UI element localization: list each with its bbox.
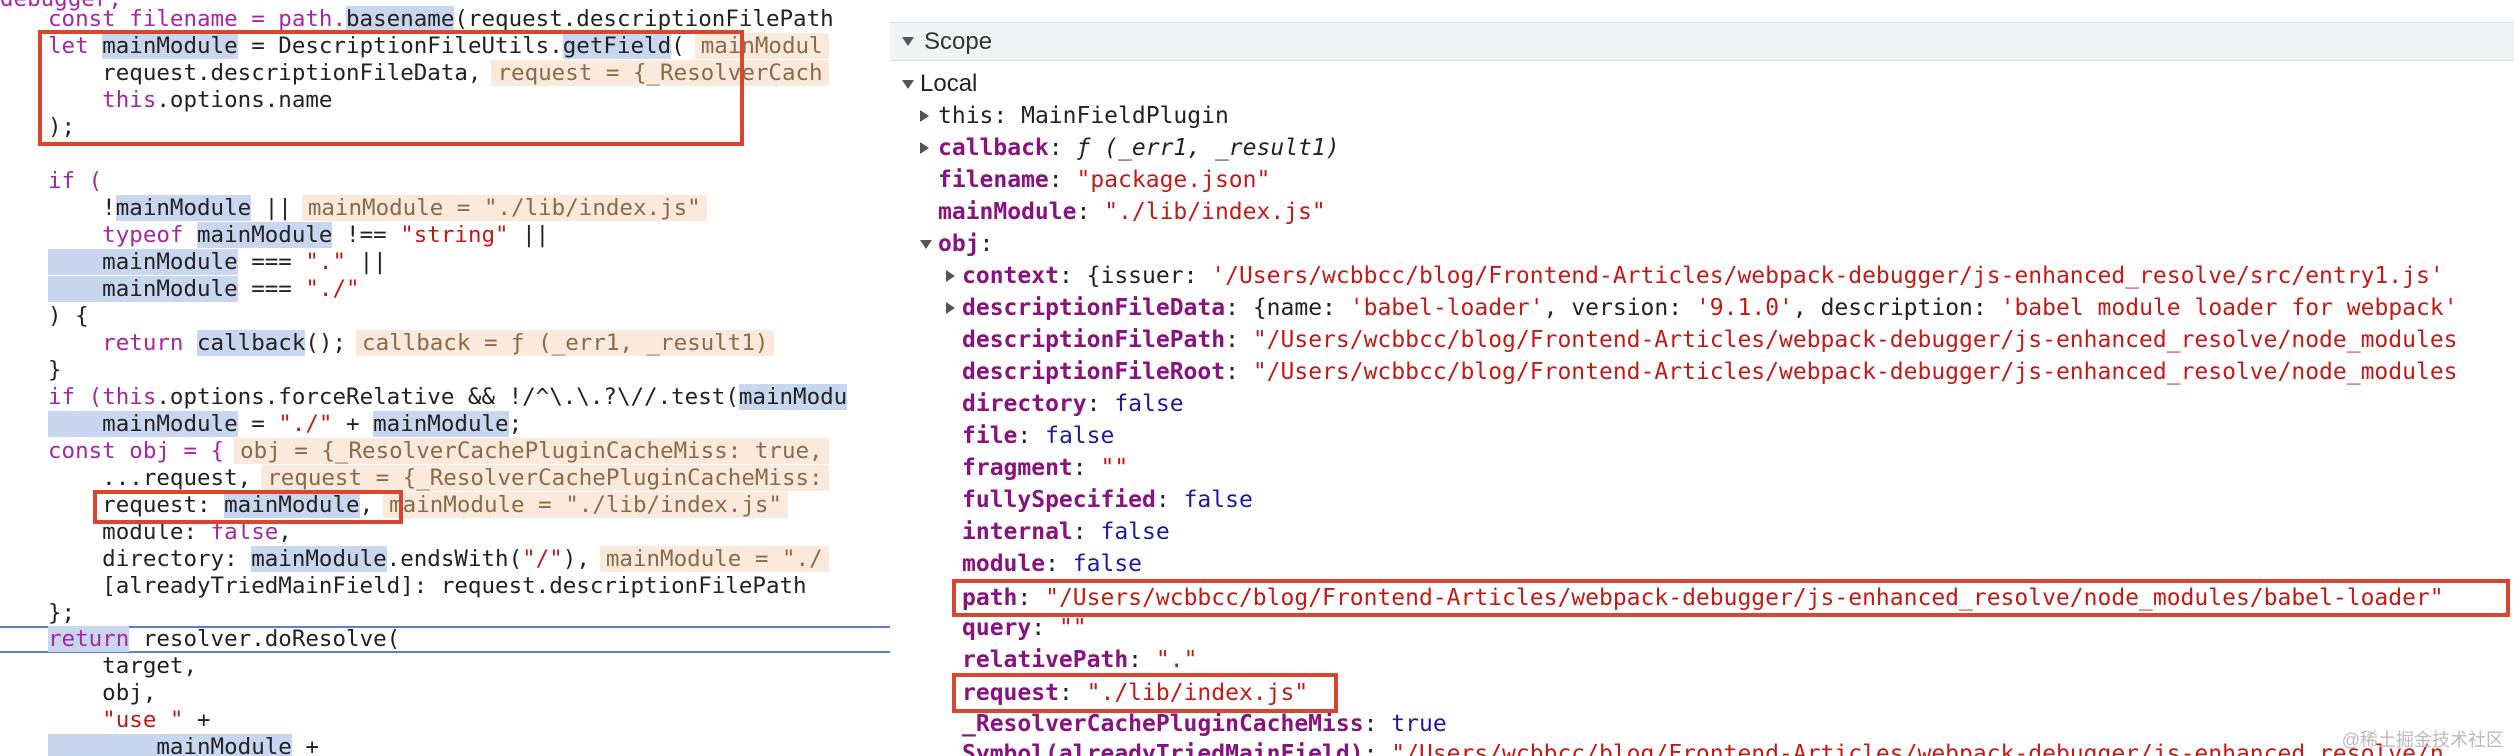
inline-value: callback = ƒ (_err1, _result1)	[356, 330, 775, 356]
inline-value: mainModule = "./lib/index.js"	[301, 195, 707, 221]
code-line: if (	[48, 168, 103, 194]
annotation-box	[93, 490, 403, 524]
scope-prop-this[interactable]: this: MainFieldPlugin	[938, 100, 1229, 132]
scope-prop-descriptionFilePath[interactable]: descriptionFilePath: "/Users/wcbbcc/blog…	[962, 324, 2458, 356]
inline-value: mainModule = "./	[599, 546, 829, 572]
expand-triangle-icon[interactable]	[920, 240, 932, 249]
code-line: }	[48, 357, 62, 383]
scope-prop-mainModule[interactable]: mainModule: "./lib/index.js"	[938, 196, 1326, 228]
collapse-triangle-icon[interactable]	[920, 142, 929, 154]
code-line: mainModule +	[48, 734, 319, 756]
code-line: "use " +	[48, 707, 211, 733]
expand-triangle-icon[interactable]	[902, 37, 914, 46]
code-line: const obj = {obj = {_ResolverCachePlugin…	[48, 438, 829, 465]
scope-prop-module[interactable]: module: false	[962, 548, 1142, 580]
code-line: target,	[48, 653, 198, 679]
scope-prop-internal[interactable]: internal: false	[962, 516, 1170, 548]
scope-prop-callback[interactable]: callback: ƒ (_err1, _result1)	[938, 132, 1340, 164]
scope-prop-directory[interactable]: directory: false	[962, 388, 1184, 420]
annotation-box	[38, 30, 744, 146]
inline-value: obj = {_ResolverCachePluginCacheMiss: tr…	[234, 438, 829, 464]
code-line: mainModule = "./" + mainModule;	[48, 411, 523, 437]
annotation-box	[952, 673, 1338, 713]
code-line: return resolver.doResolve(	[48, 626, 401, 652]
code-line: return callback(); callback = ƒ (_err1, _…	[48, 330, 775, 357]
scope-prop-context[interactable]: context: {issuer: '/Users/wcbbcc/blog/Fr…	[962, 260, 2444, 292]
code-line: !mainModule || mainModule = "./lib/index.…	[48, 195, 707, 222]
scope-pane[interactable]: · Scope Local this: MainFieldPlugin call…	[890, 0, 2514, 756]
scope-prop-obj[interactable]: obj:	[938, 228, 993, 260]
scope-prop-file[interactable]: file: false	[962, 420, 1114, 452]
scope-prop-symbol[interactable]: Symbol(alreadyTriedMainField): "/Users/w…	[962, 738, 2444, 756]
code-line: ) {	[48, 303, 89, 329]
scope-section-header[interactable]: Scope	[890, 22, 2514, 61]
expand-triangle-icon[interactable]	[902, 80, 914, 89]
scope-prop-descriptionFileRoot[interactable]: descriptionFileRoot: "/Users/wcbbcc/blog…	[962, 356, 2458, 388]
code-line: mainModule === "./"	[48, 276, 360, 302]
scope-prop-fragment[interactable]: fragment: ""	[962, 452, 1128, 484]
watermark: @稀土掘金技术社区	[2341, 730, 2504, 750]
code-line: directory: mainModule.endsWith("/"), main…	[48, 546, 829, 573]
collapse-triangle-icon[interactable]	[946, 270, 955, 282]
code-line: };	[48, 600, 76, 626]
code-line: ...request, request = {_ResolverCachePlug…	[48, 465, 829, 492]
code-line: mainModule === "." ||	[48, 249, 387, 275]
annotation-box	[952, 579, 2510, 617]
collapse-triangle-icon[interactable]	[946, 302, 955, 314]
scope-prop-relativePath[interactable]: relativePath: "."	[962, 644, 1197, 676]
scope-local-label[interactable]: Local	[920, 68, 977, 100]
scope-prop-fullySpecified[interactable]: fullySpecified: false	[962, 484, 1253, 516]
inline-value: mainModule = "./lib/index.js"	[383, 492, 788, 518]
inline-value: request = {_ResolverCachePluginCacheMiss…	[261, 465, 829, 491]
scope-prop-descriptionFileData[interactable]: descriptionFileData: {name: 'babel-loade…	[962, 292, 2458, 324]
scope-title: Scope	[924, 28, 993, 55]
code-line: const filename = path.basename(request.d…	[48, 6, 834, 32]
code-line: [alreadyTriedMainField]: request.descrip…	[48, 573, 807, 599]
code-line: obj,	[48, 680, 157, 706]
code-line: if (this.options.forceRelative && !/^\.\…	[48, 384, 848, 410]
collapse-triangle-icon[interactable]	[920, 110, 929, 122]
source-code-pane[interactable]: debugger; const filename = path.basename…	[0, 0, 892, 756]
code-line: typeof mainModule !== "string" ||	[48, 222, 550, 248]
scope-prop-filename[interactable]: filename: "package.json"	[938, 164, 1270, 196]
